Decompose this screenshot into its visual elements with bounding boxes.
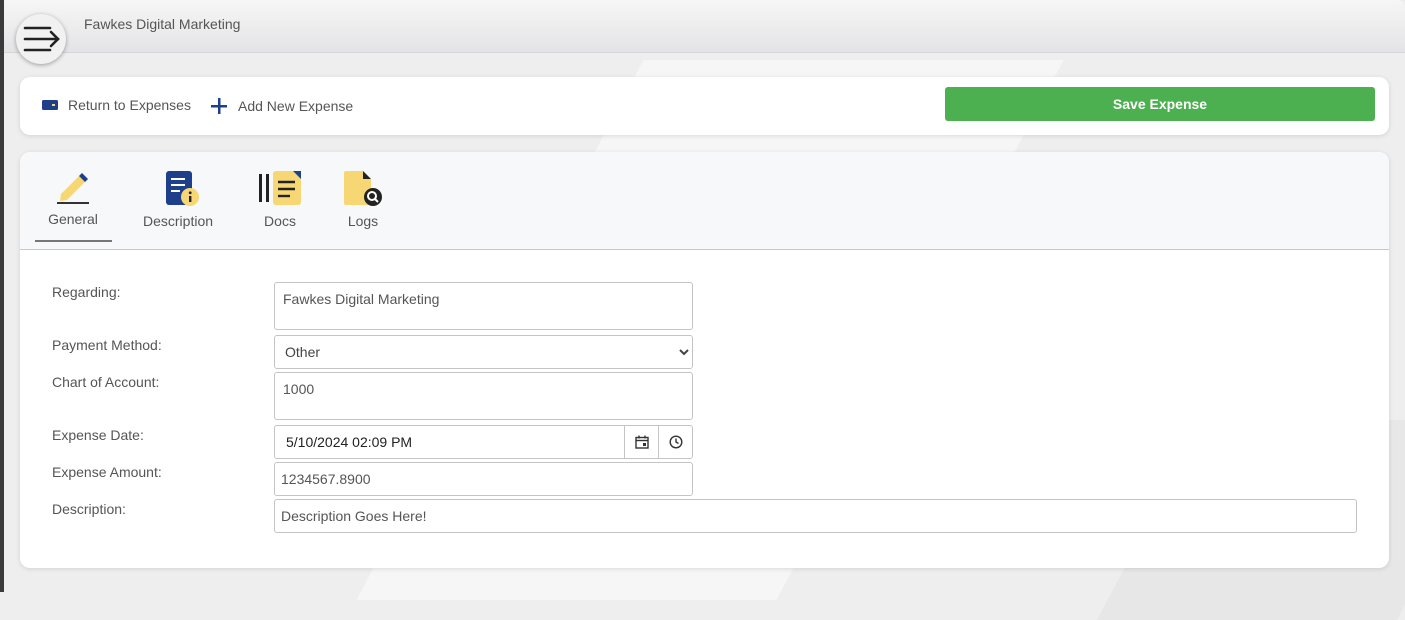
payment-method-select[interactable]: Other: [274, 335, 693, 369]
add-new-expense-label: Add New Expense: [238, 98, 354, 114]
expense-amount-label: Expense Amount:: [52, 464, 162, 480]
expense-date-label: Expense Date:: [52, 427, 144, 443]
tab-docs[interactable]: Docs: [258, 170, 302, 229]
tab-logs-label: Logs: [347, 213, 379, 229]
save-expense-button[interactable]: Save Expense: [945, 87, 1375, 121]
file-search-icon: [344, 171, 382, 206]
docs-icon: [259, 171, 301, 205]
description-label: Description:: [52, 501, 126, 517]
tab-docs-label: Docs: [264, 213, 296, 229]
description-field[interactable]: Description Goes Here!: [274, 499, 1357, 533]
expense-form-panel: General Description Docs Logs Regarding:…: [20, 152, 1389, 568]
tab-description[interactable]: Description: [138, 170, 218, 229]
calendar-icon: [634, 435, 649, 449]
pencil-icon: [57, 173, 89, 204]
wallet-icon: [42, 100, 58, 110]
return-to-expenses-label: Return to Expenses: [68, 97, 191, 113]
calendar-button[interactable]: [624, 426, 658, 458]
tab-general-label: General: [48, 211, 98, 227]
tab-bar: General Description Docs Logs: [20, 152, 1389, 250]
window-edge: [0, 0, 4, 592]
action-toolbar: Return to Expenses Add New Expense Save …: [20, 77, 1389, 135]
menu-button[interactable]: [16, 14, 66, 64]
regarding-label: Regarding:: [52, 284, 121, 300]
plus-icon: [211, 98, 227, 114]
active-tab-indicator: [35, 240, 112, 242]
tab-description-label: Description: [142, 213, 214, 229]
expense-date-input[interactable]: 5/10/2024 02:09 PM: [275, 426, 624, 458]
chart-of-account-field[interactable]: 1000: [274, 372, 693, 420]
tab-logs[interactable]: Logs: [341, 170, 385, 229]
clock-icon: [668, 435, 683, 449]
tab-general[interactable]: General: [48, 170, 98, 227]
document-info-icon: [166, 171, 199, 206]
return-to-expenses-link[interactable]: Return to Expenses: [42, 97, 191, 113]
payment-method-dropdown[interactable]: Other: [275, 336, 692, 368]
payment-method-label: Payment Method:: [52, 337, 162, 353]
menu-arrow-icon: [23, 26, 60, 52]
regarding-field[interactable]: Fawkes Digital Marketing: [274, 282, 693, 330]
expense-date-group: 5/10/2024 02:09 PM: [274, 425, 693, 459]
time-button[interactable]: [658, 426, 692, 458]
app-title: Fawkes Digital Marketing: [84, 16, 241, 32]
add-new-expense-link[interactable]: Add New Expense: [210, 97, 353, 115]
chart-of-account-label: Chart of Account:: [52, 374, 160, 390]
expense-amount-field[interactable]: 1234567.8900: [274, 462, 693, 496]
